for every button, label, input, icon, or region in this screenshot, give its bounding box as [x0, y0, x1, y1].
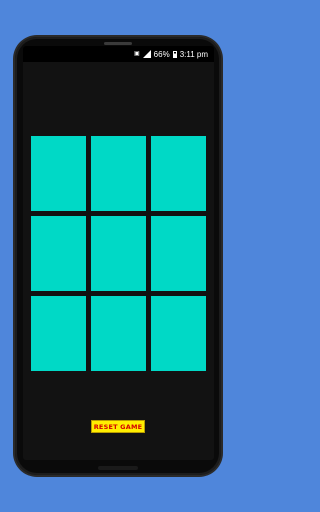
battery-icon: [172, 50, 177, 58]
bottom-bezel-notch: [98, 466, 138, 470]
board-cell-8[interactable]: [91, 296, 146, 371]
status-time: 3:11 pm: [179, 49, 208, 59]
board-cell-5[interactable]: [91, 216, 146, 291]
game-board: [31, 136, 207, 372]
board-cell-7[interactable]: [31, 296, 86, 371]
reset-game-button[interactable]: RESET GAME: [91, 420, 145, 433]
battery-percent: 66%: [153, 49, 170, 59]
board-cell-3[interactable]: [151, 136, 206, 211]
signal-icon: [142, 50, 151, 58]
board-cell-9[interactable]: [151, 296, 206, 371]
sim-icon: ▣: [134, 51, 140, 57]
board-cell-1[interactable]: [31, 136, 86, 211]
board-cell-4[interactable]: [31, 216, 86, 291]
phone-speaker: [104, 42, 132, 45]
phone-screen: ▣ 66% 3:11 pm RESET GAME: [23, 46, 214, 460]
status-bar: ▣ 66% 3:11 pm: [23, 46, 214, 62]
side-button-right: [221, 150, 223, 190]
board-cell-6[interactable]: [151, 216, 206, 291]
board-cell-2[interactable]: [91, 136, 146, 211]
